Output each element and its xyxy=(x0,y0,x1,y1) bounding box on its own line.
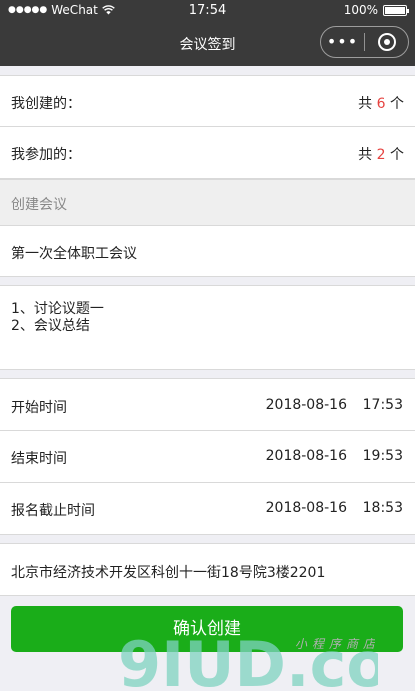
agenda-textarea[interactable]: 1、讨论议题一 2、会议总结 xyxy=(0,285,415,370)
create-section-header: 创建会议 xyxy=(0,179,415,225)
status-right: 100% xyxy=(343,3,409,17)
created-meetings-row[interactable]: 我创建的： 共 6 个 xyxy=(0,75,415,127)
top-bar: ●●●●● WeChat 17:54 100% 会议签到 ••• xyxy=(0,0,415,66)
joined-prefix: 共 xyxy=(358,147,373,163)
battery-icon xyxy=(383,4,409,16)
end-time-picker[interactable]: 19:53 xyxy=(363,448,403,464)
deadline-label: 报名截止时间 xyxy=(11,503,95,519)
app-screen: ●●●●● WeChat 17:54 100% 会议签到 ••• 我创建的： 共… xyxy=(0,0,415,691)
created-count-number: 6 xyxy=(376,96,386,112)
watermark-tagline-text: 小程序商店 xyxy=(295,637,375,651)
end-time-row[interactable]: 结束时间 2018-08-16 19:53 xyxy=(0,431,415,483)
address-field[interactable]: 北京市经济技术开发区科创十一街18号院3楼2201 xyxy=(0,543,415,596)
deadline-row[interactable]: 报名截止时间 2018-08-16 18:53 xyxy=(0,483,415,535)
create-section-title: 创建会议 xyxy=(11,197,67,213)
start-time-row[interactable]: 开始时间 2018-08-16 17:53 xyxy=(0,378,415,431)
deadline-date-picker[interactable]: 2018-08-16 xyxy=(266,500,347,516)
more-dots-icon[interactable]: ••• xyxy=(321,34,364,50)
status-bar: ●●●●● WeChat 17:54 100% xyxy=(0,0,415,22)
start-time-label: 开始时间 xyxy=(11,400,67,416)
meeting-name-field[interactable]: 第一次全体职工会议 xyxy=(0,225,415,277)
joined-meetings-row[interactable]: 我参加的： 共 2 个 xyxy=(0,127,415,179)
created-label: 我创建的： xyxy=(11,96,81,112)
mini-program-capsule: ••• xyxy=(320,26,409,58)
watermark-tagline: 小程序商店 xyxy=(295,637,375,651)
agenda-value: 1、讨论议题一 2、会议总结 xyxy=(11,301,104,334)
end-time-label: 结束时间 xyxy=(11,451,67,467)
joined-label: 我参加的： xyxy=(11,147,81,163)
created-prefix: 共 xyxy=(358,96,373,112)
battery-percent: 100% xyxy=(343,3,378,17)
created-suffix: 个 xyxy=(390,96,404,112)
created-count: 共 6 个 xyxy=(358,93,404,113)
start-time-picker[interactable]: 17:53 xyxy=(363,397,403,413)
joined-count: 共 2 个 xyxy=(358,144,404,164)
deadline-time-picker[interactable]: 18:53 xyxy=(363,500,403,516)
end-date-picker[interactable]: 2018-08-16 xyxy=(266,448,347,464)
meeting-name-value: 第一次全体职工会议 xyxy=(11,246,137,262)
start-date-picker[interactable]: 2018-08-16 xyxy=(266,397,347,413)
address-value: 北京市经济技术开发区科创十一街18号院3楼2201 xyxy=(11,565,326,581)
joined-count-number: 2 xyxy=(376,147,386,163)
close-target-icon[interactable] xyxy=(365,33,408,51)
joined-suffix: 个 xyxy=(390,147,404,163)
